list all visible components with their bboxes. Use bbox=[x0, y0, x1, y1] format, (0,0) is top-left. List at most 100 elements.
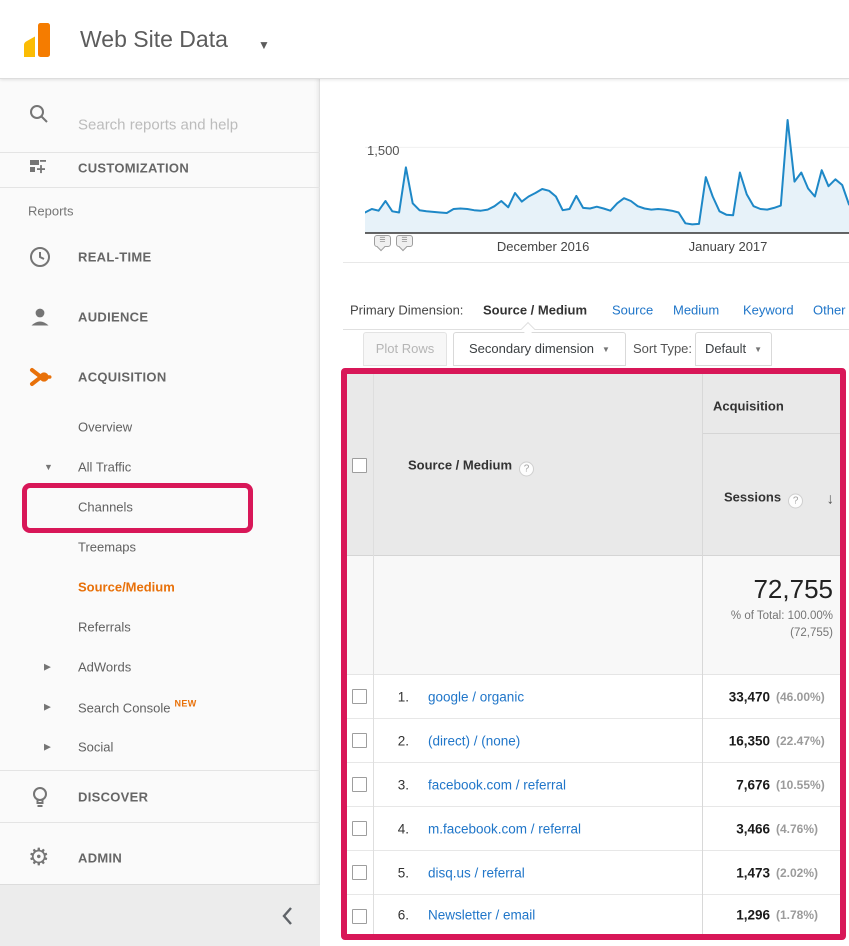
gear-icon: ⚙ bbox=[28, 846, 52, 870]
row-checkbox[interactable] bbox=[352, 909, 367, 924]
row-checkbox[interactable] bbox=[352, 733, 367, 748]
x-axis-tick-label: January 2017 bbox=[689, 239, 768, 254]
column-group-label: Acquisition bbox=[713, 399, 784, 414]
primary-dimension-option-other[interactable]: Other bbox=[813, 303, 846, 318]
total-sessions-value: 72,755 bbox=[753, 574, 833, 605]
customization-icon bbox=[28, 156, 52, 180]
total-percent-value: (72,755) bbox=[790, 627, 833, 639]
sessions-value: 33,470 bbox=[729, 689, 770, 704]
sidebar-item-social[interactable]: Social bbox=[78, 740, 113, 755]
source-medium-link[interactable]: google / organic bbox=[428, 689, 524, 704]
divider bbox=[0, 770, 320, 771]
acquisition-column-group: Acquisition Sessions ↓ bbox=[703, 374, 840, 556]
sidebar-item-label: DISCOVER bbox=[78, 790, 148, 805]
sessions-percent: (22.47%) bbox=[776, 734, 825, 748]
annotation-bubble-icon[interactable]: ☰ bbox=[396, 235, 413, 247]
sidebar-item-discover[interactable]: DISCOVER bbox=[0, 780, 320, 814]
new-badge: NEW bbox=[175, 699, 197, 709]
sidebar-item-adwords[interactable]: AdWords bbox=[78, 660, 131, 675]
secondary-dimension-dropdown[interactable]: Secondary dimension ▼ bbox=[453, 332, 626, 366]
search-icon bbox=[28, 103, 52, 127]
primary-dimension-option-keyword[interactable]: Keyword bbox=[743, 303, 794, 318]
row-index: 6. bbox=[391, 907, 409, 922]
sidebar: Search reports and help CUSTOMIZATION Re… bbox=[0, 79, 320, 946]
secondary-dimension-label: Secondary dimension bbox=[469, 341, 594, 356]
select-all-checkbox[interactable] bbox=[352, 458, 367, 473]
source-medium-link[interactable]: m.facebook.com / referral bbox=[428, 821, 581, 836]
search-input[interactable]: Search reports and help bbox=[0, 89, 320, 141]
table-row: 4. m.facebook.com / referral 3,466 (4.76… bbox=[347, 807, 840, 851]
source-medium-link[interactable]: (direct) / (none) bbox=[428, 733, 520, 748]
sort-type-value: Default bbox=[705, 341, 746, 356]
person-icon bbox=[28, 305, 52, 329]
row-checkbox[interactable] bbox=[352, 689, 367, 704]
sidebar-item-channels[interactable]: Channels bbox=[78, 500, 133, 515]
sidebar-item-overview[interactable]: Overview bbox=[78, 420, 132, 435]
google-analytics-logo-icon[interactable] bbox=[22, 22, 52, 63]
reports-section-label: Reports bbox=[28, 204, 74, 219]
chevron-right-icon[interactable]: ▶ bbox=[44, 662, 51, 673]
x-axis-tick-label: December 2016 bbox=[497, 239, 590, 254]
sessions-area-chart[interactable] bbox=[365, 93, 849, 234]
sessions-value: 3,466 bbox=[736, 821, 770, 836]
chevron-down-icon[interactable]: ▼ bbox=[258, 38, 270, 52]
source-medium-link[interactable]: facebook.com / referral bbox=[428, 777, 566, 792]
row-checkbox[interactable] bbox=[352, 821, 367, 836]
source-medium-link[interactable]: Newsletter / email bbox=[428, 907, 535, 922]
sidebar-item-all-traffic[interactable]: All Traffic bbox=[78, 460, 131, 475]
primary-dimension-option-source[interactable]: Source bbox=[612, 303, 653, 318]
column-header-label: Sessions bbox=[724, 490, 781, 505]
divider bbox=[0, 822, 320, 823]
sidebar-footer bbox=[0, 884, 320, 946]
annotation-bubble-icon[interactable]: ☰ bbox=[374, 235, 391, 247]
column-header-sessions[interactable]: Sessions bbox=[724, 490, 803, 509]
plot-rows-button[interactable]: Plot Rows bbox=[363, 332, 447, 366]
source-medium-link[interactable]: disq.us / referral bbox=[428, 865, 525, 880]
chevron-right-icon[interactable]: ▶ bbox=[44, 742, 51, 753]
acquisition-share-icon bbox=[28, 365, 52, 389]
sessions-percent: (1.78%) bbox=[776, 908, 818, 922]
row-index: 1. bbox=[391, 689, 409, 704]
help-icon[interactable] bbox=[788, 494, 803, 509]
collapse-sidebar-icon[interactable] bbox=[280, 905, 296, 927]
sidebar-item-customization[interactable]: CUSTOMIZATION bbox=[0, 149, 320, 187]
sessions-value: 1,296 bbox=[736, 907, 770, 922]
chevron-down-icon: ▼ bbox=[754, 345, 762, 354]
sidebar-item-source-medium[interactable]: Source/Medium bbox=[78, 580, 175, 595]
divider bbox=[0, 187, 320, 188]
search-placeholder: Search reports and help bbox=[78, 117, 238, 134]
table-row: 5. disq.us / referral 1,473 (2.02%) bbox=[347, 851, 840, 895]
column-header-label: Source / Medium bbox=[408, 458, 512, 473]
primary-dimension-option-medium[interactable]: Medium bbox=[673, 303, 719, 318]
sidebar-item-referrals[interactable]: Referrals bbox=[78, 620, 131, 635]
sidebar-item-label: REAL-TIME bbox=[78, 250, 151, 265]
sidebar-item-audience[interactable]: AUDIENCE bbox=[0, 300, 320, 334]
sidebar-item-treemaps[interactable]: Treemaps bbox=[78, 540, 136, 555]
column-header-source-medium[interactable]: Source / Medium bbox=[408, 458, 534, 477]
chevron-down-icon[interactable]: ▼ bbox=[44, 462, 53, 472]
help-icon[interactable] bbox=[519, 462, 534, 477]
table-row: 1. google / organic 33,470 (46.00%) bbox=[347, 675, 840, 719]
sort-type-dropdown[interactable]: Default ▼ bbox=[695, 332, 772, 366]
sidebar-item-label: CUSTOMIZATION bbox=[78, 161, 189, 176]
row-checkbox[interactable] bbox=[352, 777, 367, 792]
sidebar-item-label: AUDIENCE bbox=[78, 310, 148, 325]
row-checkbox[interactable] bbox=[352, 865, 367, 880]
lightbulb-icon bbox=[28, 785, 52, 809]
table-row: 6. Newsletter / email 1,296 (1.78%) bbox=[347, 895, 840, 934]
sidebar-item-acquisition[interactable]: ACQUISITION bbox=[0, 360, 320, 394]
sidebar-item-admin[interactable]: ⚙ ADMIN bbox=[0, 841, 320, 875]
chevron-right-icon[interactable]: ▶ bbox=[44, 702, 51, 713]
sessions-value: 1,473 bbox=[736, 865, 770, 880]
sidebar-item-realtime[interactable]: REAL-TIME bbox=[0, 240, 320, 274]
primary-dimension-selected[interactable]: Source / Medium bbox=[483, 303, 587, 318]
sort-descending-icon[interactable]: ↓ bbox=[827, 491, 835, 508]
table-row: 3. facebook.com / referral 7,676 (10.55%… bbox=[347, 763, 840, 807]
clock-icon bbox=[28, 245, 52, 269]
chevron-down-icon: ▼ bbox=[602, 345, 610, 354]
sidebar-item-search-console[interactable]: Search ConsoleNEW bbox=[78, 699, 197, 716]
page-title[interactable]: Web Site Data bbox=[80, 0, 228, 79]
sort-type-label: Sort Type: bbox=[633, 332, 692, 366]
top-header: Web Site Data ▼ bbox=[0, 0, 849, 79]
ga-app-window: Web Site Data ▼ Search reports and help … bbox=[0, 0, 849, 946]
